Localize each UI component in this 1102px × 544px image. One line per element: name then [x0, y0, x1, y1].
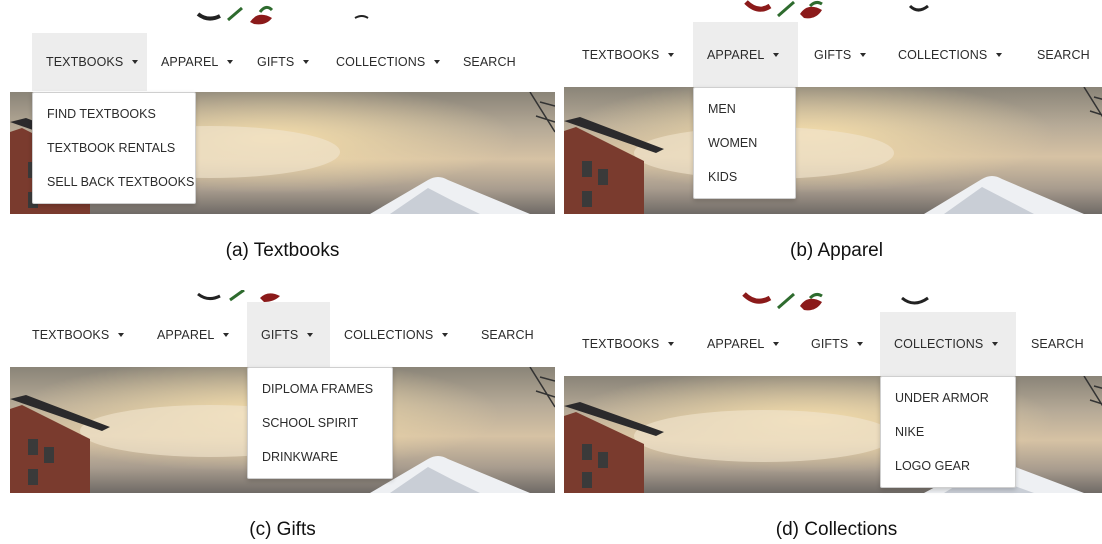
caret-down-icon: [773, 342, 780, 346]
hero-image: [564, 87, 1102, 214]
nav-textbooks[interactable]: TEXTBOOKS: [32, 33, 147, 91]
caret-down-icon: [668, 342, 675, 346]
caret-down-icon: [996, 52, 1003, 57]
caret-down-icon: [442, 332, 449, 337]
menu-item-women[interactable]: WOMEN: [694, 126, 795, 160]
menu-item-men[interactable]: MEN: [694, 92, 795, 126]
menu-item-under-armor[interactable]: UNDER ARMOR: [881, 381, 1015, 415]
nav-textbooks[interactable]: TEXTBOOKS: [568, 312, 688, 376]
menu-item-logo-gear[interactable]: LOGO GEAR: [881, 449, 1015, 483]
nav-textbooks-label: TEXTBOOKS: [32, 327, 110, 342]
nav-apparel-label: APPAREL: [707, 47, 765, 62]
logo-fragment: [196, 5, 369, 25]
nav-gifts-label: GIFTS: [261, 327, 299, 342]
nav-gifts[interactable]: GIFTS: [800, 22, 880, 87]
nav-apparel[interactable]: APPAREL: [147, 33, 247, 91]
nav-gifts[interactable]: GIFTS: [243, 33, 323, 91]
hero-scene: [564, 87, 1102, 214]
screenshot-panel-gifts: TEXTBOOKS APPAREL GIFTS COLLECTIONS SEAR…: [10, 290, 555, 544]
menu-item-find-textbooks[interactable]: FIND TEXTBOOKS: [33, 97, 195, 131]
nav-gifts[interactable]: GIFTS: [247, 302, 330, 367]
nav-gifts-label: GIFTS: [814, 47, 852, 62]
caret-down-icon: [227, 60, 234, 64]
caret-down-icon: [668, 52, 675, 57]
nav-search[interactable]: SEARCH: [449, 33, 530, 91]
hero-scene: [564, 376, 1102, 493]
main-navbar: TEXTBOOKS APPAREL GIFTS COLLECTIONS SEAR…: [564, 22, 1102, 87]
nav-apparel[interactable]: APPAREL: [143, 302, 243, 367]
nav-collections-label: COLLECTIONS: [894, 337, 984, 351]
menu-item-kids[interactable]: KIDS: [694, 160, 795, 194]
nav-search-label: SEARCH: [1037, 47, 1090, 62]
hero-image: [564, 376, 1102, 493]
caret-down-icon: [223, 332, 230, 337]
collections-dropdown-menu: UNDER ARMOR NIKE LOGO GEAR: [880, 376, 1016, 488]
nav-search[interactable]: SEARCH: [1023, 22, 1102, 87]
nav-collections-label: COLLECTIONS: [898, 47, 988, 62]
screenshot-panel-textbooks: TEXTBOOKS APPAREL GIFTS COLLECTIONS SEAR…: [10, 0, 555, 276]
caption-collections: (d) Collections: [775, 519, 898, 540]
nav-apparel[interactable]: APPAREL: [693, 22, 798, 87]
nav-apparel[interactable]: APPAREL: [693, 312, 793, 376]
nav-textbooks-label: TEXTBOOKS: [46, 55, 124, 69]
nav-search-label: SEARCH: [1031, 337, 1084, 351]
caret-down-icon: [434, 60, 441, 64]
caret-down-icon: [132, 60, 139, 64]
nav-textbooks-label: TEXTBOOKS: [582, 337, 660, 351]
caret-down-icon: [992, 342, 999, 346]
menu-item-sell-back-textbooks[interactable]: SELL BACK TEXTBOOKS: [33, 165, 195, 199]
nav-collections-label: COLLECTIONS: [336, 55, 426, 69]
nav-textbooks-label: TEXTBOOKS: [582, 47, 660, 62]
apparel-dropdown-menu: MEN WOMEN KIDS: [693, 87, 796, 199]
caption-apparel: (b) Apparel: [790, 240, 883, 261]
nav-search-label: SEARCH: [481, 327, 534, 342]
nav-collections[interactable]: COLLECTIONS: [330, 302, 462, 367]
nav-gifts-label: GIFTS: [811, 337, 849, 351]
nav-textbooks[interactable]: TEXTBOOKS: [18, 302, 138, 367]
nav-search-label: SEARCH: [463, 55, 516, 69]
nav-gifts[interactable]: GIFTS: [797, 312, 877, 376]
nav-collections[interactable]: COLLECTIONS: [884, 22, 1016, 87]
textbooks-dropdown-menu: FIND TEXTBOOKS TEXTBOOK RENTALS SELL BAC…: [32, 92, 196, 204]
menu-item-drinkware[interactable]: DRINKWARE: [248, 440, 392, 474]
nav-apparel-label: APPAREL: [707, 337, 765, 351]
caret-down-icon: [773, 52, 780, 57]
caret-down-icon: [303, 60, 310, 64]
caret-down-icon: [307, 332, 314, 337]
main-navbar: TEXTBOOKS APPAREL GIFTS COLLECTIONS SEAR…: [564, 312, 1102, 376]
screenshot-panel-collections: TEXTBOOKS APPAREL GIFTS COLLECTIONS SEAR…: [564, 290, 1102, 544]
nav-search[interactable]: SEARCH: [1017, 312, 1098, 376]
nav-search[interactable]: SEARCH: [467, 302, 548, 367]
caption-textbooks: (a) Textbooks: [225, 240, 340, 261]
nav-collections-label: COLLECTIONS: [344, 327, 434, 342]
screenshot-panel-apparel: TEXTBOOKS APPAREL GIFTS COLLECTIONS SEAR…: [564, 0, 1102, 276]
nav-collections[interactable]: COLLECTIONS: [880, 312, 1016, 376]
caret-down-icon: [118, 332, 125, 337]
menu-item-diploma-frames[interactable]: DIPLOMA FRAMES: [248, 372, 392, 406]
menu-item-school-spirit[interactable]: SCHOOL SPIRIT: [248, 406, 392, 440]
gifts-dropdown-menu: DIPLOMA FRAMES SCHOOL SPIRIT DRINKWARE: [247, 367, 393, 479]
main-navbar: TEXTBOOKS APPAREL GIFTS COLLECTIONS SEAR…: [10, 33, 555, 91]
main-navbar: TEXTBOOKS APPAREL GIFTS COLLECTIONS SEAR…: [10, 302, 555, 367]
nav-apparel-label: APPAREL: [157, 327, 215, 342]
nav-apparel-label: APPAREL: [161, 55, 219, 69]
caret-down-icon: [857, 342, 864, 346]
nav-gifts-label: GIFTS: [257, 55, 295, 69]
caret-down-icon: [860, 52, 867, 57]
nav-textbooks[interactable]: TEXTBOOKS: [568, 22, 688, 87]
menu-item-nike[interactable]: NIKE: [881, 415, 1015, 449]
nav-collections[interactable]: COLLECTIONS: [322, 33, 454, 91]
caption-gifts: (c) Gifts: [249, 519, 316, 540]
menu-item-textbook-rentals[interactable]: TEXTBOOK RENTALS: [33, 131, 195, 165]
